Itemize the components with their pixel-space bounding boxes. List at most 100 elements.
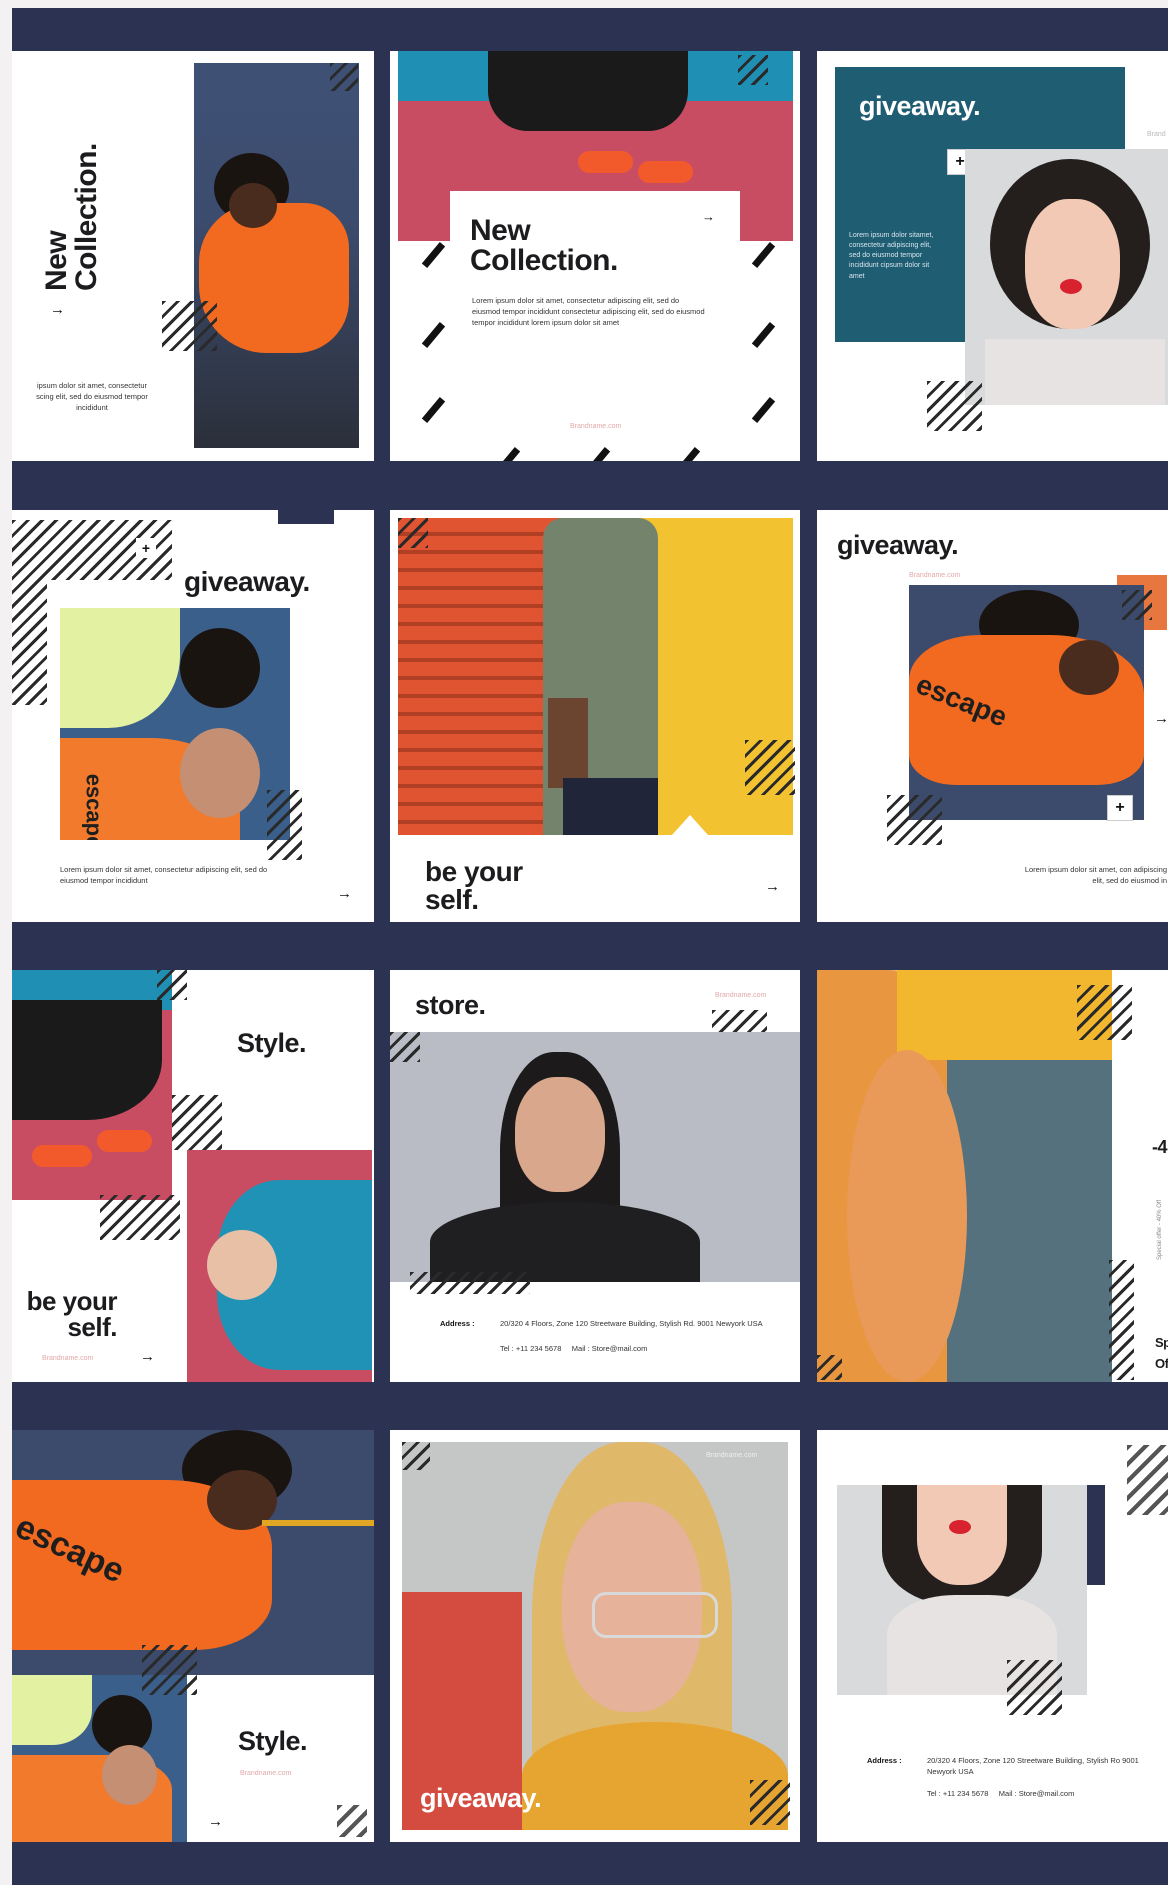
photo-couple-small bbox=[12, 1675, 187, 1842]
contact-text: Tel : +11 234 5678 Mail : Store@mail.com bbox=[927, 1788, 1075, 1798]
stripe-accent bbox=[267, 790, 302, 860]
post-body: Lorem ipsum dolor sit amet, consectetur … bbox=[60, 865, 268, 885]
title-line1: New bbox=[470, 214, 531, 247]
stripe-accent bbox=[1127, 1445, 1168, 1515]
arrow-icon[interactable]: → bbox=[1154, 710, 1168, 727]
stripe-accent bbox=[172, 1095, 222, 1150]
photo-woman-escape-top: escape bbox=[12, 1430, 374, 1675]
post-body: Lorem ipsum dolor sitamet, consectetur a… bbox=[849, 232, 934, 280]
stripe-accent bbox=[927, 381, 982, 431]
title-line1: be your bbox=[425, 856, 523, 887]
post-title: Style. bbox=[238, 1726, 308, 1756]
stripe-accent bbox=[402, 1442, 430, 1470]
stripe-accent bbox=[142, 1645, 197, 1695]
post-style-escape[interactable]: escape Style. Brandname.com → bbox=[12, 1430, 374, 1842]
arrow-icon[interactable]: → bbox=[337, 885, 352, 902]
address-text: 20/320 4 Floors, Zone 120 Streetware Bui… bbox=[927, 1756, 1139, 1777]
plus-icon[interactable]: + bbox=[136, 538, 156, 558]
stripe-accent bbox=[745, 740, 795, 795]
address-block: Address : 20/320 4 Floors, Zone 120 Stre… bbox=[440, 1318, 770, 1355]
brand-name: Brandname.com bbox=[240, 1770, 292, 1777]
brand-name: Brandname.com bbox=[42, 1355, 94, 1362]
stripe-accent bbox=[1122, 590, 1152, 620]
post-title: giveaway. bbox=[184, 566, 310, 597]
tagline: be your self. bbox=[12, 1286, 118, 1340]
post-giveaway-couple[interactable]: + giveaway. escape Lorem ipsum dolor sit… bbox=[12, 510, 374, 922]
photo-sneakers bbox=[12, 970, 172, 1200]
stripe-accent bbox=[1077, 985, 1132, 1040]
photo-arm-yellow-top bbox=[817, 970, 1112, 1382]
post-new-collection-card[interactable]: → New Collection. Lorem ipsum dolor sit … bbox=[390, 51, 800, 461]
post-title: giveaway. bbox=[420, 1783, 542, 1813]
post-body: Lorem ipsum dolor sit amet, con adipisci… bbox=[1024, 865, 1167, 885]
post-body: ipsum dolor sit amet, consectetur scing … bbox=[36, 381, 148, 412]
title-line1: New bbox=[40, 230, 73, 291]
corner-tab bbox=[278, 510, 334, 524]
photo-woman-glasses bbox=[402, 1442, 788, 1830]
stripe-accent bbox=[1109, 1260, 1134, 1380]
slash-accent bbox=[421, 242, 446, 268]
stripe-accent bbox=[887, 795, 942, 845]
photo-couple-lying: escape bbox=[60, 608, 290, 840]
template-grid: New Collection. → ipsum dolor sit amet, … bbox=[12, 8, 1168, 1885]
address-label: Address : bbox=[440, 1319, 475, 1328]
address-text: 20/320 4 Floors, Zone 120 Streetware Bui… bbox=[500, 1319, 763, 1328]
post-giveaway-glasses[interactable]: Brandname.com giveaway. bbox=[390, 1430, 800, 1842]
post-address-kiss[interactable]: Address : 20/320 4 Floors, Zone 120 Stre… bbox=[817, 1430, 1168, 1842]
stripe-accent bbox=[398, 518, 428, 548]
arrow-icon[interactable]: → bbox=[765, 878, 780, 895]
arrow-icon[interactable]: → bbox=[50, 301, 65, 318]
post-title: giveaway. bbox=[859, 91, 981, 121]
post-title: Style. bbox=[237, 1028, 307, 1058]
post-giveaway-teal[interactable]: giveaway. Brand + Lorem ipsum dolor sita… bbox=[817, 51, 1168, 461]
post-special-offer[interactable]: -4 Special offer - 40% Off Sp Of bbox=[817, 970, 1168, 1382]
brand-name: Brandname.com bbox=[570, 423, 622, 430]
side-text: Special offer - 40% Off bbox=[1157, 1199, 1163, 1260]
brand-name: Brandname.com bbox=[706, 1452, 758, 1459]
stripe-accent bbox=[410, 1272, 530, 1294]
vertical-title: New Collection. bbox=[40, 143, 103, 291]
stripe-accent bbox=[337, 1805, 367, 1837]
contact-text: Tel : +11 234 5678 Mail : Store@mail.com bbox=[500, 1344, 648, 1354]
brand-name: Brandname.com bbox=[909, 572, 961, 579]
offer-text: Sp Of bbox=[1155, 1333, 1168, 1375]
post-title: New Collection. bbox=[470, 216, 618, 276]
slash-accent bbox=[421, 397, 446, 423]
photo-woman-kiss bbox=[965, 149, 1168, 405]
stripe-accent bbox=[162, 301, 217, 351]
post-be-yourself[interactable]: be your self. → bbox=[390, 510, 800, 922]
arrow-icon[interactable]: → bbox=[208, 1813, 223, 1830]
slash-accent bbox=[421, 322, 446, 348]
arrow-icon[interactable]: → bbox=[702, 209, 715, 224]
stripe-accent bbox=[1007, 1660, 1062, 1715]
stripe-accent bbox=[12, 520, 47, 705]
stripe-accent bbox=[330, 63, 358, 91]
post-title: store. bbox=[415, 990, 486, 1020]
shirt-text: escape bbox=[81, 773, 107, 840]
stripe-accent bbox=[390, 1032, 420, 1062]
tagline-line1: be your bbox=[26, 1286, 118, 1316]
plus-icon[interactable]: + bbox=[1107, 795, 1133, 821]
arrow-icon[interactable]: → bbox=[140, 1348, 155, 1365]
sale-amount: -4 bbox=[1152, 1137, 1168, 1157]
title-line2: Collection. bbox=[470, 244, 618, 277]
slash-accent bbox=[751, 397, 776, 423]
stripe-accent bbox=[750, 1780, 790, 1825]
photo-woman-escape-hoodie: escape bbox=[909, 585, 1144, 820]
slash-accent bbox=[751, 242, 776, 268]
photo-man-blue-sweater bbox=[187, 1150, 372, 1382]
post-body: Lorem ipsum dolor sit amet, consectetur … bbox=[472, 296, 705, 327]
post-style-collage[interactable]: Style. be your self. Brandname.com → bbox=[12, 970, 374, 1382]
slash-accent bbox=[751, 322, 776, 348]
stripe-accent bbox=[817, 1355, 842, 1380]
brand-name: Brandname.com bbox=[715, 992, 767, 999]
post-new-collection-vertical[interactable]: New Collection. → ipsum dolor sit amet, … bbox=[12, 51, 374, 461]
post-giveaway-escape[interactable]: giveaway. Brandname.com escape + → Lorem… bbox=[817, 510, 1168, 922]
offer-line2: Of bbox=[1155, 1355, 1168, 1371]
post-title: be your self. bbox=[425, 858, 523, 914]
post-store[interactable]: store. Brandname.com Address : 20/320 4 … bbox=[390, 970, 800, 1382]
photo-woman-black-hoodie bbox=[390, 1032, 800, 1282]
address-label: Address : bbox=[867, 1756, 902, 1765]
photo-man-shutter bbox=[398, 518, 793, 835]
offer-line1: Sp bbox=[1155, 1335, 1168, 1350]
